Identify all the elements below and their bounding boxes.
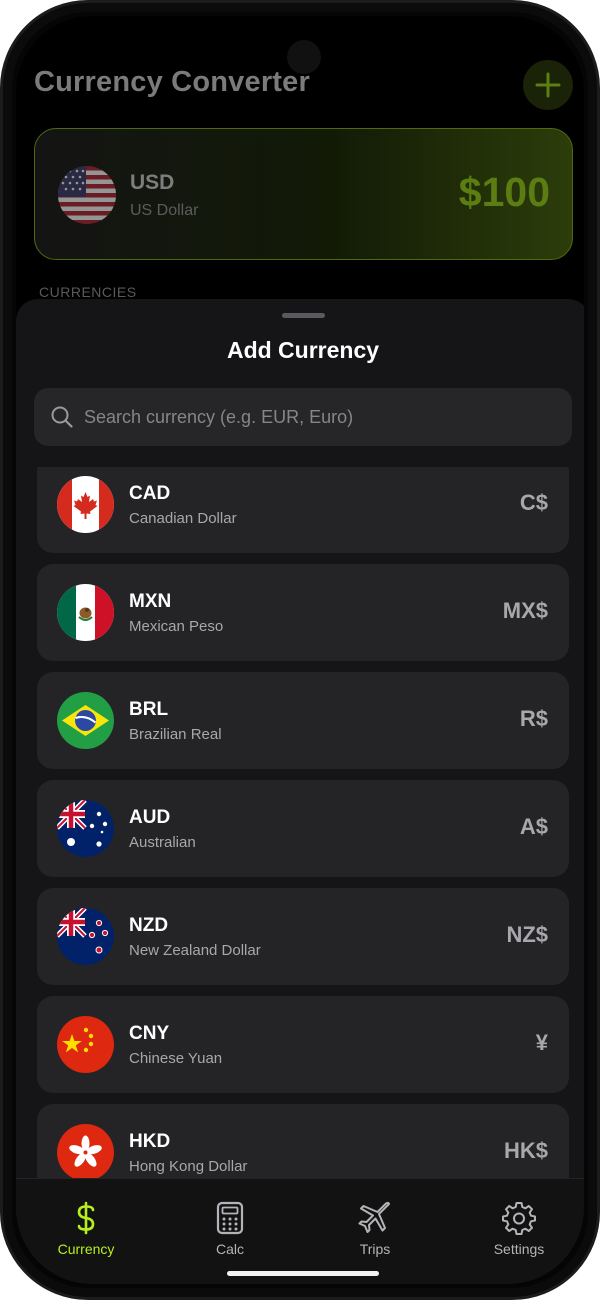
currency-name: Mexican Peso xyxy=(129,618,224,635)
plus-icon xyxy=(535,72,561,98)
currency-symbol: A$ xyxy=(519,814,548,839)
tab-label: Settings xyxy=(493,1241,545,1257)
currency-name: New Zealand Dollar xyxy=(129,942,261,959)
tab-label: Currency xyxy=(57,1241,115,1257)
tab-bar: Currency Calc Trips Settings xyxy=(16,1178,584,1284)
currency-row-aud[interactable]: AUD Australian A$ xyxy=(37,780,569,877)
currency-row-cny[interactable]: CNY Chinese Yuan ¥ xyxy=(37,996,569,1093)
currency-code: MXN xyxy=(129,591,172,612)
currency-symbol: MX$ xyxy=(502,598,548,623)
add-currency-sheet: Add Currency Search currency (e.g. EUR, … xyxy=(16,299,584,1284)
tab-trips[interactable]: Trips xyxy=(320,1201,430,1257)
gear-icon xyxy=(502,1202,536,1235)
us-flag-icon xyxy=(58,166,116,224)
currency-name: Australian xyxy=(129,834,196,851)
currency-symbol: C$ xyxy=(519,490,548,515)
tab-label: Calc xyxy=(215,1241,244,1257)
search-bar[interactable] xyxy=(34,388,572,446)
canada-flag-icon xyxy=(57,476,114,533)
search-input[interactable] xyxy=(84,388,554,446)
currency-row-mxn[interactable]: MXN Mexican Peso MX$ xyxy=(37,564,569,661)
base-currency-name: US Dollar xyxy=(130,202,199,219)
currency-symbol: R$ xyxy=(519,706,548,731)
screen: Currency Converter USD US Dollar $100 CU… xyxy=(16,16,584,1284)
section-label: CURRENCIES xyxy=(39,284,137,300)
hong-kong-flag-icon xyxy=(57,1124,114,1179)
base-currency-card[interactable]: USD US Dollar $100 xyxy=(34,128,573,260)
australia-flag-icon xyxy=(57,800,114,857)
currency-row-cad[interactable]: CAD Canadian Dollar C$ xyxy=(37,467,569,553)
tab-label: Trips xyxy=(359,1241,391,1257)
dollar-icon xyxy=(77,1201,95,1235)
home-indicator[interactable] xyxy=(227,1271,379,1276)
phone-frame: Currency Converter USD US Dollar $100 CU… xyxy=(0,0,600,1300)
currency-name: Brazilian Real xyxy=(129,726,222,743)
calculator-icon xyxy=(216,1201,244,1235)
search-icon xyxy=(51,406,73,428)
currency-code: BRL xyxy=(129,699,169,720)
new-zealand-flag-icon xyxy=(57,908,114,965)
sheet-grabber[interactable] xyxy=(282,313,325,318)
currency-name: Canadian Dollar xyxy=(129,510,237,527)
currency-row-hkd[interactable]: HKD Hong Kong Dollar HK$ xyxy=(37,1104,569,1179)
currency-name: Hong Kong Dollar xyxy=(129,1158,248,1175)
currency-row-brl[interactable]: BRL Brazilian Real R$ xyxy=(37,672,569,769)
currency-name: Chinese Yuan xyxy=(129,1050,223,1067)
airplane-icon xyxy=(358,1201,390,1233)
base-amount[interactable]: $100 xyxy=(459,169,550,216)
currency-list: CAD Canadian Dollar C$ MXN Mexican Peso … xyxy=(16,467,584,1179)
add-currency-button[interactable] xyxy=(523,60,573,110)
tab-settings[interactable]: Settings xyxy=(464,1201,574,1257)
camera-cutout xyxy=(287,40,321,74)
currency-code: CNY xyxy=(129,1023,170,1044)
currency-code: NZD xyxy=(129,915,169,936)
base-currency-code: USD xyxy=(130,171,175,194)
currency-symbol: ¥ xyxy=(535,1030,548,1055)
brazil-flag-icon xyxy=(57,692,114,749)
mexico-flag-icon xyxy=(57,584,114,641)
currency-symbol: HK$ xyxy=(503,1138,548,1163)
currency-code: HKD xyxy=(129,1131,171,1152)
app-title: Currency Converter xyxy=(34,66,310,98)
china-flag-icon xyxy=(57,1016,114,1073)
currency-code: AUD xyxy=(129,807,171,828)
currency-row-nzd[interactable]: NZD New Zealand Dollar NZ$ xyxy=(37,888,569,985)
tab-currency[interactable]: Currency xyxy=(31,1201,141,1257)
currency-code: CAD xyxy=(129,483,171,504)
sheet-title: Add Currency xyxy=(226,337,380,363)
currency-symbol: NZ$ xyxy=(506,922,548,947)
tab-calc[interactable]: Calc xyxy=(175,1201,285,1257)
